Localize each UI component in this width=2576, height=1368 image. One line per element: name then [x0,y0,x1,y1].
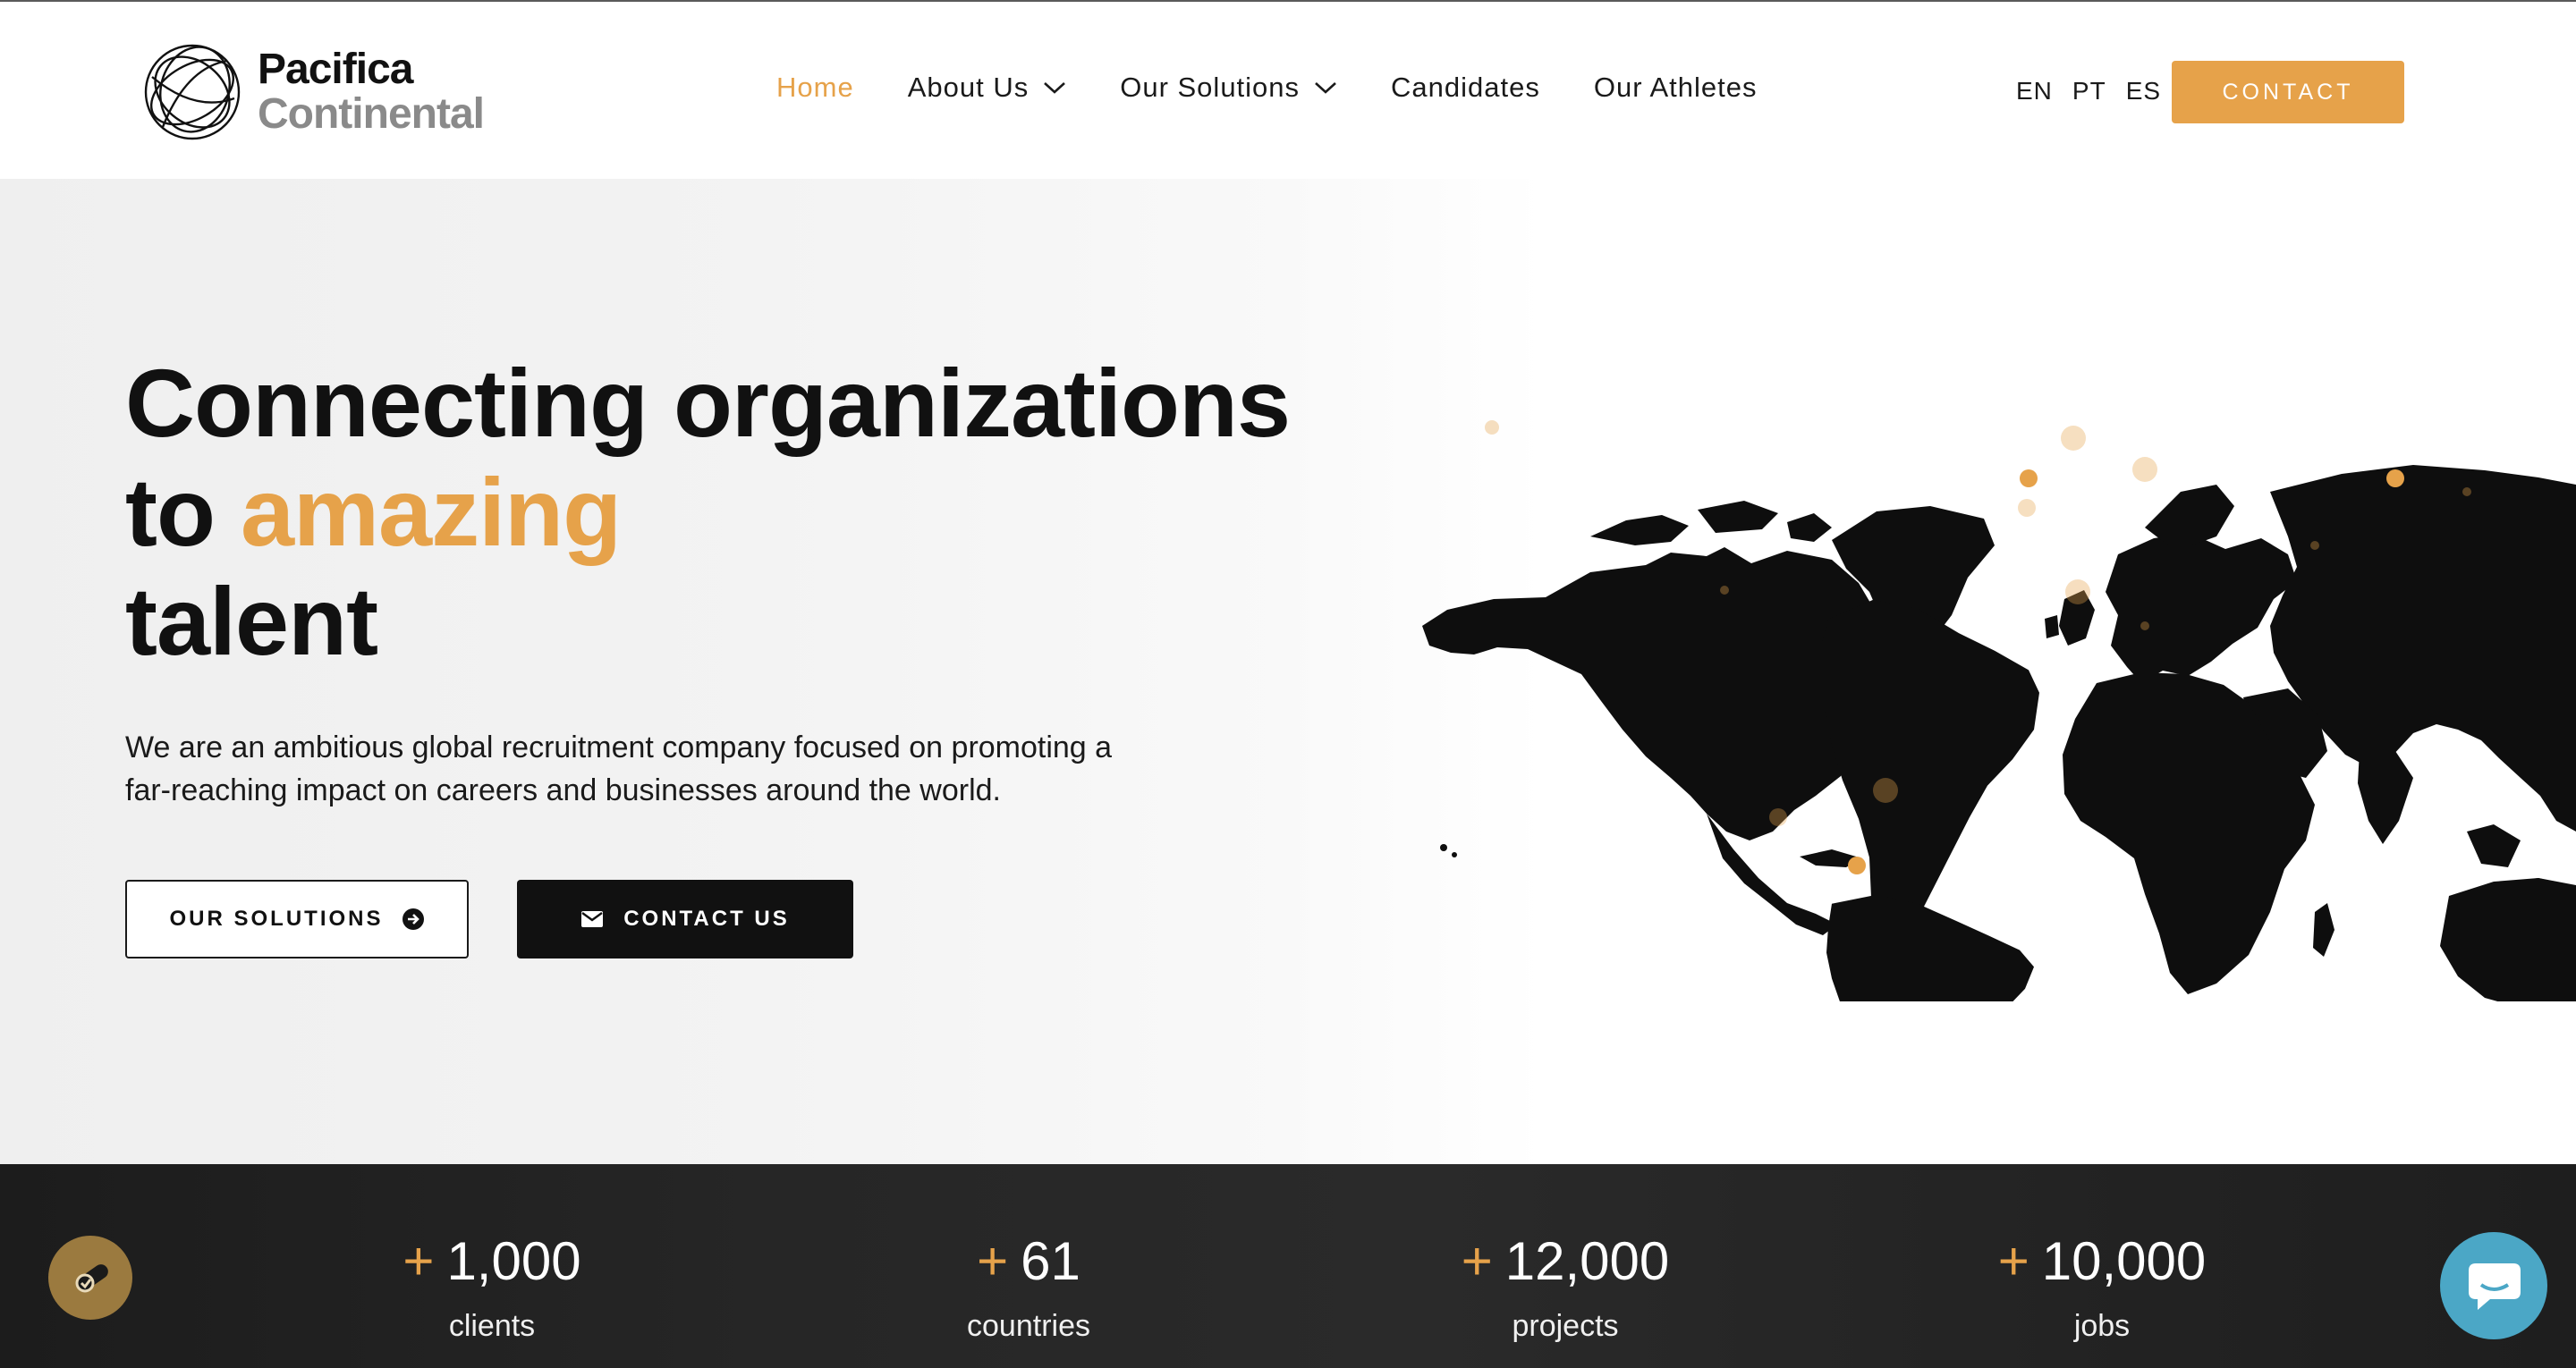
stat-prefix: + [402,1231,435,1291]
accessibility-icon [75,1264,108,1293]
world-map-illustration [1422,420,2576,1001]
our-solutions-label: OUR SOLUTIONS [169,907,384,931]
stat-prefix: + [1997,1231,2029,1291]
nav-item-candidates[interactable]: Candidates [1391,72,1540,104]
main-nav: Home About Us Our Solutions Candidates O… [776,72,1810,104]
stat-clients: +1,000 clients [313,1230,671,1344]
nav-item-label: Home [776,72,854,103]
hero-title: Connecting organizations to amazing tale… [125,349,1291,676]
header-contact-button[interactable]: CONTACT [2172,61,2404,123]
hero-title-accent: amazing [240,458,622,566]
stat-number: +10,000 [1923,1230,2281,1293]
language-switcher: EN PT ES [2016,77,2181,106]
chevron-down-icon [1315,82,1336,94]
nav-item-home[interactable]: Home [776,72,854,104]
lang-pt[interactable]: PT [2072,77,2106,106]
hero-title-to: to [125,458,216,566]
stat-label: countries [967,1309,1090,1343]
nav-item-label: About Us [907,72,1030,103]
hero-subtitle-line1: We are an ambitious global recruitment c… [125,730,1113,764]
stat-prefix: + [977,1231,1009,1291]
stat-label: clients [448,1309,536,1343]
hero-subtitle-line2: far-reaching impact on careers and busin… [125,773,1001,807]
circle-lines-logo-icon [144,44,241,140]
our-solutions-button[interactable]: OUR SOLUTIONS [125,880,469,958]
site-header: Pacifica Continental Home About Us Our S… [0,2,2576,179]
nav-item-label: Our Athletes [1593,72,1758,103]
accessibility-button[interactable] [48,1236,132,1320]
contact-us-label: CONTACT US [623,907,790,931]
brand-name-line1: Pacifica [258,46,413,93]
envelope-icon [581,911,604,927]
nav-item-label: Candidates [1391,72,1540,103]
lang-en[interactable]: EN [2016,77,2053,106]
nav-item-our-athletes[interactable]: Our Athletes [1594,72,1758,104]
header-contact-label: CONTACT [2222,79,2354,105]
stat-number: +12,000 [1386,1230,1744,1293]
chat-button[interactable] [2440,1232,2547,1339]
brand-logo[interactable]: Pacifica Continental [141,41,485,143]
hero-title-line3: talent [125,567,378,675]
stat-value: 10,000 [2041,1231,2207,1291]
stat-countries: +61 countries [850,1230,1208,1344]
stat-label: projects [1512,1309,1619,1343]
stat-label: jobs [2073,1309,2131,1343]
stat-value: 1,000 [446,1231,581,1291]
hero-subtitle: We are an ambitious global recruitment c… [125,726,1288,812]
hero-section: Connecting organizations to amazing tale… [0,179,2576,1164]
chevron-down-icon [1044,82,1066,94]
lang-es[interactable]: ES [2126,77,2161,106]
brand-name: Pacifica Continental [258,46,485,138]
contact-us-button[interactable]: CONTACT US [517,880,853,958]
arrow-circle-right-icon [402,908,424,930]
stat-number: +1,000 [313,1230,671,1293]
stat-number: +61 [850,1230,1208,1293]
stat-prefix: + [1461,1231,1493,1291]
hero-title-line1: Connecting organizations [125,349,1291,457]
stat-projects: +12,000 projects [1386,1230,1744,1344]
stat-value: 12,000 [1504,1231,1670,1291]
brand-name-line2: Continental [258,90,485,138]
nav-item-about-us[interactable]: About Us [908,72,1067,104]
stat-value: 61 [1021,1231,1080,1291]
stats-bar: +1,000 clients +61 countries +12,000 pro… [0,1164,2576,1368]
stat-jobs: +10,000 jobs [1923,1230,2281,1344]
nav-item-label: Our Solutions [1120,72,1301,103]
nav-item-our-solutions[interactable]: Our Solutions [1120,72,1337,104]
chat-bubble-icon [2469,1263,2521,1310]
